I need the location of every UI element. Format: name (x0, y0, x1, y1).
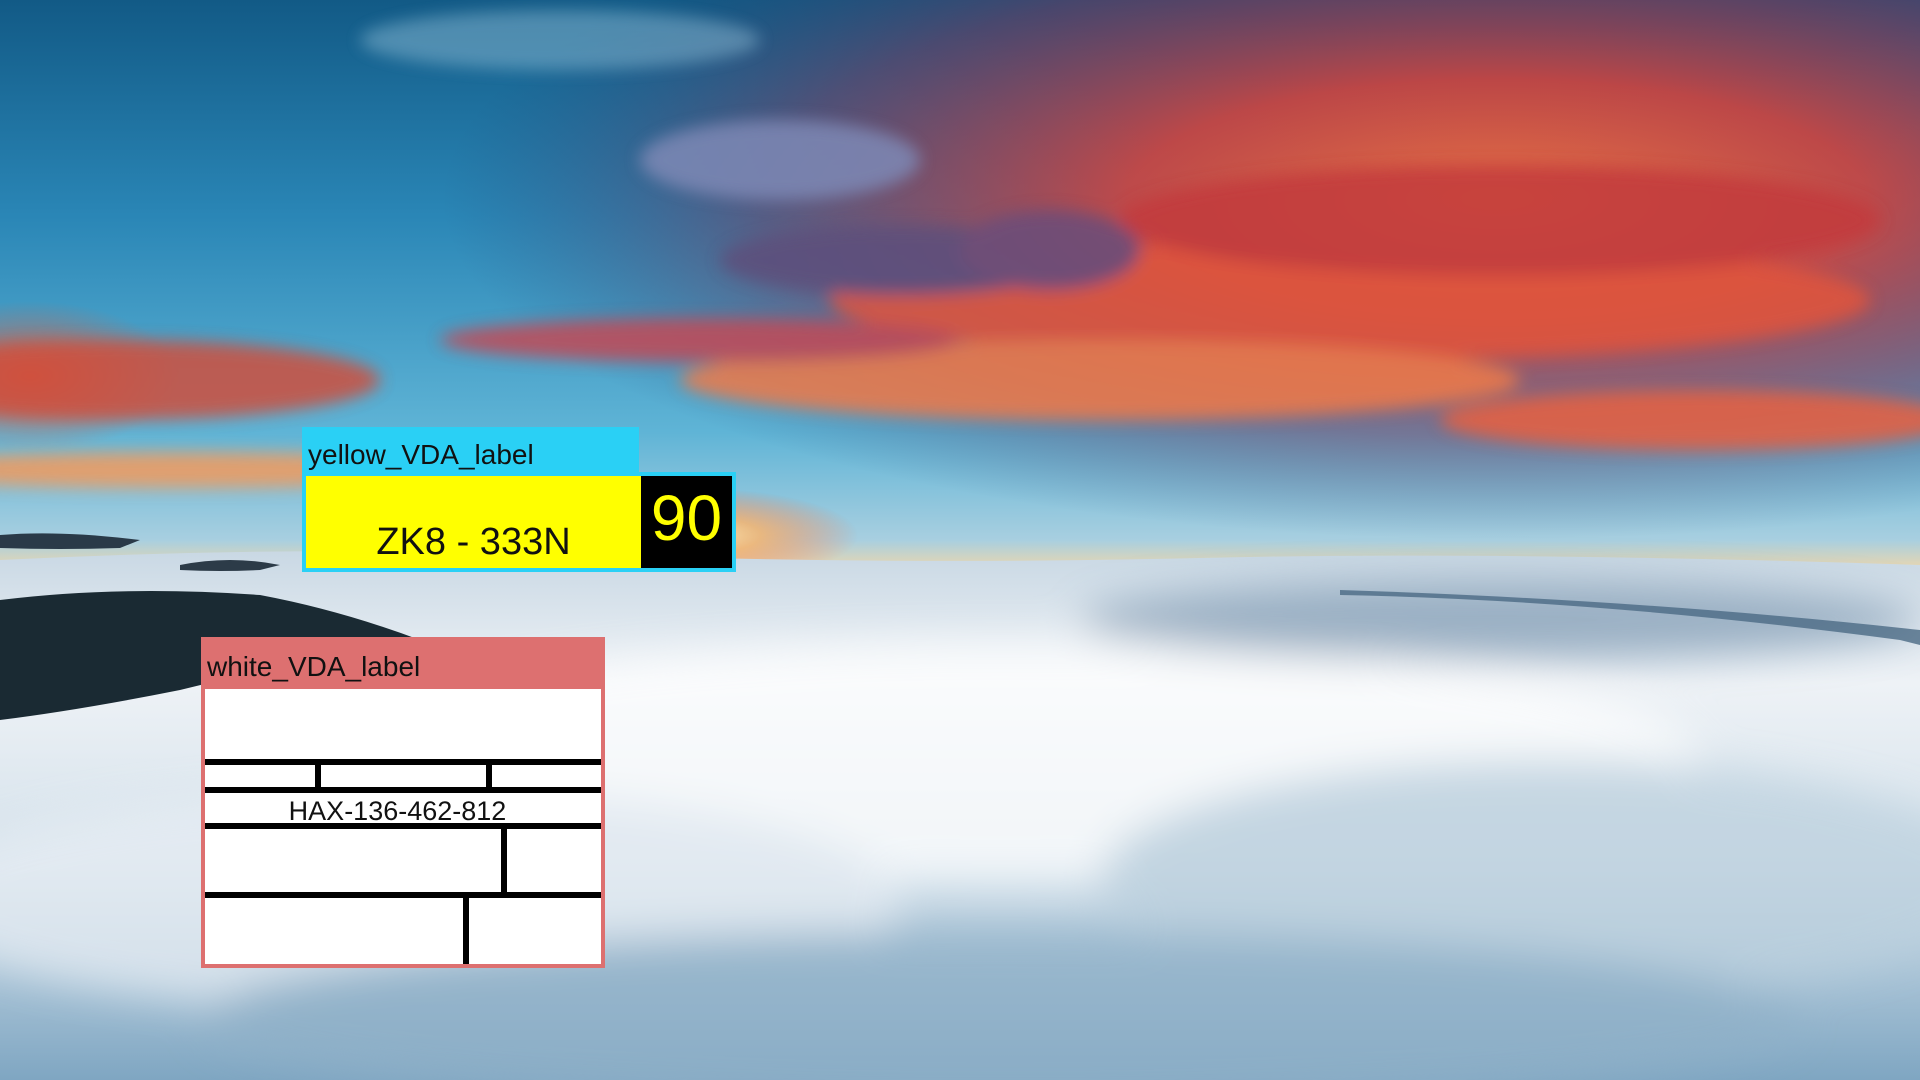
yellow-label-number: 90 (641, 476, 732, 568)
label-rule (205, 892, 601, 898)
label-rule (205, 787, 601, 793)
label-rule (315, 759, 321, 787)
yellow-vda-label-box[interactable]: ZK8 - 333N 90 (302, 472, 736, 572)
label-rule (486, 759, 492, 787)
label-rule (205, 759, 601, 765)
yellow-vda-label[interactable]: yellow_VDA_label ZK8 - 333N 90 (302, 427, 736, 572)
yellow-vda-label-title: yellow_VDA_label (302, 427, 639, 474)
label-rule (501, 823, 507, 893)
white-vda-label-title: white_VDA_label (201, 637, 605, 687)
scene: yellow_VDA_label ZK8 - 333N 90 white_VDA… (0, 0, 1920, 1080)
label-rule (463, 892, 469, 964)
white-vda-label-box[interactable]: HAX-136-462-812 (201, 685, 605, 968)
label-rule (205, 823, 601, 829)
white-vda-label[interactable]: white_VDA_label HAX-136-462-812 (201, 637, 605, 968)
yellow-label-plate-text: ZK8 - 333N (376, 521, 571, 563)
white-label-code: HAX-136-462-812 (288, 796, 507, 826)
